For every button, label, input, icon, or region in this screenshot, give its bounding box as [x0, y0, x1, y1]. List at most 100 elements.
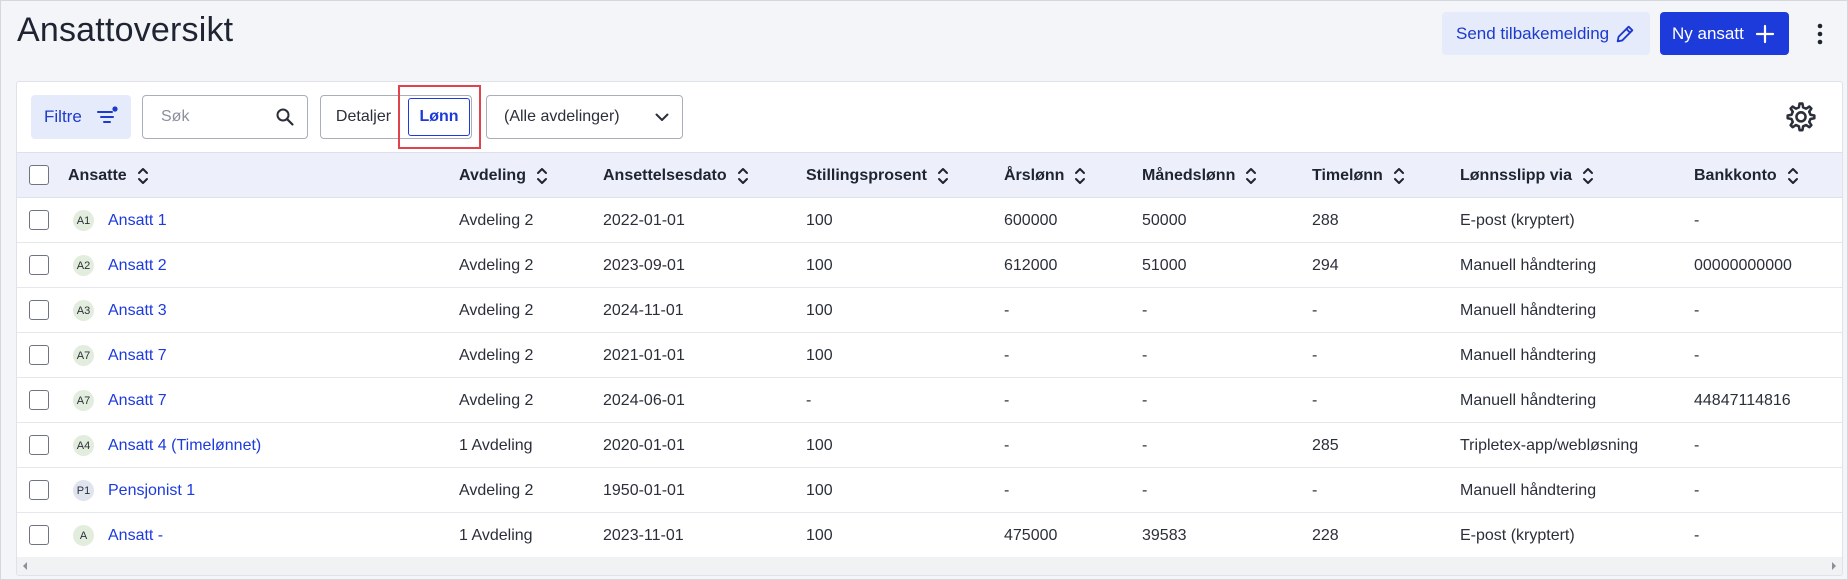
plus-icon [1755, 24, 1775, 44]
scroll-left-icon[interactable] [20, 561, 30, 571]
position-percent-cell: 100 [806, 436, 833, 454]
filter-label: Filtre [44, 107, 82, 126]
bank-account-cell: - [1694, 436, 1700, 454]
sort-arrows-icon [1787, 168, 1798, 184]
column-header-avdeling[interactable]: Avdeling [459, 153, 549, 199]
scroll-right-icon[interactable] [1829, 561, 1839, 571]
sort-arrows-icon [137, 168, 148, 184]
employee-name-link[interactable]: Ansatt 1 [108, 198, 167, 243]
employee-name-link[interactable]: Ansatt 2 [108, 243, 167, 288]
table-row[interactable]: P1 Pensjonist 1 Avdeling 2 1950-01-01 100 - - -… [17, 468, 1842, 513]
table-row[interactable]: A Ansatt - 1 Avdeling 2023-11-01 100 475000 39… [17, 513, 1842, 558]
column-header-arslonn[interactable]: Årslønn [1004, 153, 1087, 199]
position-percent-cell: 100 [806, 481, 833, 499]
bank-account-cell: - [1694, 481, 1700, 499]
view-toggle: Detaljer Lønn [320, 95, 472, 139]
app-window: Ansattoversikt Send tilbakemelding Ny an… [0, 0, 1848, 580]
search-input[interactable] [161, 106, 271, 128]
department-select[interactable]: (Alle avdelinger) [486, 95, 683, 139]
employee-name-link[interactable]: Pensjonist 1 [108, 468, 195, 513]
table-row[interactable]: A7 Ansatt 7 Avdeling 2 2024-06-01 - - - - Manuel… [17, 378, 1842, 423]
monthly-salary-cell: 39583 [1142, 526, 1187, 544]
monthly-salary-cell: - [1142, 301, 1148, 319]
search-icon[interactable] [275, 107, 295, 127]
column-header-timelonn[interactable]: Timelønn [1312, 153, 1406, 199]
start-date-cell: 2023-11-01 [603, 526, 684, 544]
column-header-lonnsslipp[interactable]: Lønnsslipp via [1460, 153, 1595, 199]
employee-name-link[interactable]: Ansatt 4 (Timelønnet) [108, 423, 261, 468]
send-feedback-button[interactable]: Send tilbakemelding [1442, 12, 1650, 55]
bank-account-cell: - [1694, 346, 1700, 364]
sort-arrows-icon [1583, 168, 1594, 184]
hourly-wage-cell: 288 [1312, 211, 1339, 229]
row-checkbox[interactable] [29, 390, 49, 410]
kebab-menu-icon[interactable] [1809, 19, 1831, 49]
new-employee-label: Ny ansatt [1672, 23, 1744, 43]
row-checkbox[interactable] [29, 525, 49, 545]
hourly-wage-cell: 294 [1312, 256, 1339, 274]
row-checkbox[interactable] [29, 255, 49, 275]
column-header-ansatte[interactable]: Ansatte [68, 153, 150, 199]
search-field[interactable] [142, 95, 308, 139]
horizontal-scrollbar[interactable] [17, 557, 1842, 575]
employee-name-link[interactable]: Ansatt - [108, 513, 163, 558]
position-percent-cell: 100 [806, 211, 833, 229]
department-cell: Avdeling 2 [459, 211, 534, 229]
monthly-salary-cell: - [1142, 346, 1148, 364]
column-header-bankkonto[interactable]: Bankkonto [1694, 153, 1800, 199]
payslip-via-cell: E-post (kryptert) [1460, 526, 1575, 544]
table-row[interactable]: A7 Ansatt 7 Avdeling 2 2021-01-01 100 - - - Manu… [17, 333, 1842, 378]
bank-account-cell: - [1694, 526, 1700, 544]
scrollbar-thumb[interactable] [35, 560, 1825, 572]
avatar: A2 [73, 255, 94, 276]
annual-salary-cell: 600000 [1004, 211, 1058, 229]
chevron-down-icon [655, 113, 669, 121]
position-percent-cell: - [806, 391, 812, 409]
sort-arrows-icon [1075, 168, 1086, 184]
department-cell: Avdeling 2 [459, 301, 534, 319]
new-employee-button[interactable]: Ny ansatt [1660, 12, 1789, 55]
column-header-stillingsprosent[interactable]: Stillingsprosent [806, 153, 950, 199]
employee-name-link[interactable]: Ansatt 7 [108, 333, 167, 378]
row-checkbox[interactable] [29, 480, 49, 500]
position-percent-cell: 100 [806, 526, 833, 544]
filter-button[interactable]: Filtre [31, 95, 131, 139]
select-all-checkbox[interactable] [29, 165, 49, 185]
avatar: P1 [73, 480, 94, 501]
payslip-via-cell: Manuell håndtering [1460, 481, 1597, 499]
monthly-salary-cell: - [1142, 391, 1148, 409]
row-checkbox[interactable] [29, 345, 49, 365]
table-row[interactable]: A4 Ansatt 4 (Timelønnet) 1 Avdeling 2020-01… [17, 423, 1842, 468]
department-cell: 1 Avdeling [459, 436, 533, 454]
row-checkbox[interactable] [29, 210, 49, 230]
gear-icon[interactable] [1784, 100, 1818, 134]
column-header-ansettelsesdato[interactable]: Ansettelsesdato [603, 153, 750, 199]
annual-salary-cell: 612000 [1004, 256, 1058, 274]
column-header-manedslonn[interactable]: Månedslønn [1142, 153, 1258, 199]
column-label: Ansettelsesdato [603, 167, 727, 184]
department-cell: Avdeling 2 [459, 481, 534, 499]
table-row[interactable]: A3 Ansatt 3 Avdeling 2 2024-11-01 100 - - - Manu… [17, 288, 1842, 333]
table-row[interactable]: A1 Ansatt 1 Avdeling 2 2022-01-01 100 600000 5… [17, 198, 1842, 243]
row-checkbox[interactable] [29, 435, 49, 455]
employee-name-link[interactable]: Ansatt 3 [108, 288, 167, 333]
hourly-wage-cell: 228 [1312, 526, 1339, 544]
sort-arrows-icon [536, 168, 547, 184]
employee-name-link[interactable]: Ansatt 7 [108, 378, 167, 423]
column-label: Bankkonto [1694, 167, 1777, 184]
table-header: Ansatte Avdeling Ansettelsesdato Stillin… [17, 152, 1842, 198]
view-salary-button[interactable]: Lønn [408, 98, 470, 136]
payslip-via-cell: E-post (kryptert) [1460, 211, 1575, 229]
view-details-button[interactable]: Detaljer [321, 96, 406, 138]
sort-arrows-icon [937, 168, 948, 184]
annual-salary-cell: - [1004, 481, 1010, 499]
annual-salary-cell: - [1004, 346, 1010, 364]
employee-panel: Filtre Detaljer Lønn (Alle avdelinger) [16, 81, 1843, 576]
start-date-cell: 2024-11-01 [603, 301, 684, 319]
row-checkbox[interactable] [29, 300, 49, 320]
avatar: A3 [73, 300, 94, 321]
annual-salary-cell: - [1004, 391, 1010, 409]
avatar: A1 [73, 210, 94, 231]
payslip-via-cell: Manuell håndtering [1460, 391, 1597, 409]
table-row[interactable]: A2 Ansatt 2 Avdeling 2 2023-09-01 100 612000 5… [17, 243, 1842, 288]
